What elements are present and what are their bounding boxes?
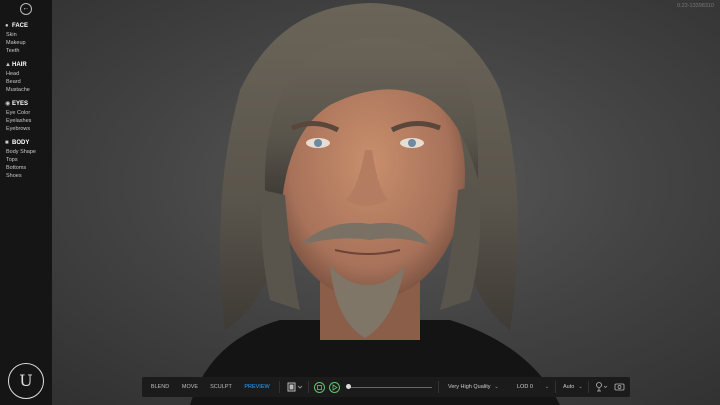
toolbar-divider — [438, 381, 439, 393]
eye-icon: ◉ — [5, 101, 11, 107]
light-icon[interactable] — [592, 377, 610, 397]
timeline-slider-track[interactable] — [348, 386, 432, 388]
sidebar-item-tops[interactable]: Tops — [5, 156, 36, 164]
section-body-header[interactable]: ■ BODY — [5, 139, 36, 148]
timeline-slider-handle[interactable] — [346, 384, 351, 389]
section-body: ■ BODY Body Shape Tops Bottoms Shoes — [5, 139, 36, 180]
sidebar-item-head[interactable]: Head — [5, 70, 30, 78]
version-label: 0.23-13398310 — [676, 3, 714, 9]
mode-sculpt-button[interactable]: SCULPT — [206, 377, 236, 397]
character-portrait — [190, 3, 560, 405]
sidebar-item-body-shape[interactable]: Body Shape — [5, 148, 36, 156]
section-face: ● FACE Skin Makeup Teeth — [5, 22, 28, 55]
play-icon[interactable] — [329, 382, 340, 393]
arrow-left-icon[interactable]: ← — [20, 3, 32, 15]
sidebar-item-eyebrows[interactable]: Eyebrows — [5, 125, 31, 133]
chevron-down-icon: ⌄ — [578, 384, 583, 390]
stop-icon[interactable] — [314, 382, 325, 393]
sidebar-item-bottoms[interactable]: Bottoms — [5, 164, 36, 172]
sidebar-item-eyelashes[interactable]: Eyelashes — [5, 117, 31, 125]
section-face-header[interactable]: ● FACE — [5, 22, 28, 31]
sidebar-item-beard[interactable]: Beard — [5, 78, 30, 86]
chevron-down-icon: ⌄ — [544, 384, 550, 390]
section-hair: ▲HAIR Head Beard Mustache — [5, 61, 30, 94]
section-hair-header[interactable]: ▲HAIR — [5, 61, 30, 70]
sidebar-item-skin[interactable]: Skin — [5, 31, 28, 39]
section-eyes-header[interactable]: ◉ EYES — [5, 100, 31, 109]
hair-icon: ▲ — [5, 62, 11, 68]
film-icon[interactable] — [284, 377, 306, 397]
lod-dropdown[interactable]: LOD 0 ⌄ — [517, 381, 549, 393]
quality-dropdown[interactable]: Very High Quality ⌄ — [448, 381, 499, 393]
sidebar-item-teeth[interactable]: Teeth — [5, 47, 28, 55]
toolbar-divider — [588, 381, 589, 393]
toolbar-divider — [279, 381, 280, 393]
toolbar-divider — [308, 381, 309, 393]
sidebar-item-shoes[interactable]: Shoes — [5, 172, 36, 180]
camera-icon[interactable] — [612, 377, 628, 397]
auto-dropdown[interactable]: Auto ⌄ — [563, 381, 583, 393]
mode-move-button[interactable]: MOVE — [176, 377, 204, 397]
mode-preview-button[interactable]: PREVIEW — [240, 377, 274, 397]
sidebar-item-makeup[interactable]: Makeup — [5, 39, 28, 47]
body-icon: ■ — [5, 140, 9, 146]
mode-blend-button[interactable]: BLEND — [146, 377, 174, 397]
chevron-down-icon: ⌄ — [494, 384, 499, 390]
face-icon: ● — [5, 23, 9, 29]
bottom-toolbar: BLEND MOVE SCULPT PREVIEW Very High Qual… — [142, 377, 630, 397]
sidebar-item-eye-color[interactable]: Eye Color — [5, 109, 31, 117]
toolbar-divider — [555, 381, 556, 393]
sidebar: ← ● FACE Skin Makeup Teeth ▲HAIR Head Bea… — [0, 0, 52, 405]
viewport[interactable] — [0, 0, 720, 405]
section-eyes: ◉ EYES Eye Color Eyelashes Eyebrows — [5, 100, 31, 133]
sidebar-item-mustache[interactable]: Mustache — [5, 86, 30, 94]
unreal-engine-logo: U — [8, 363, 44, 399]
